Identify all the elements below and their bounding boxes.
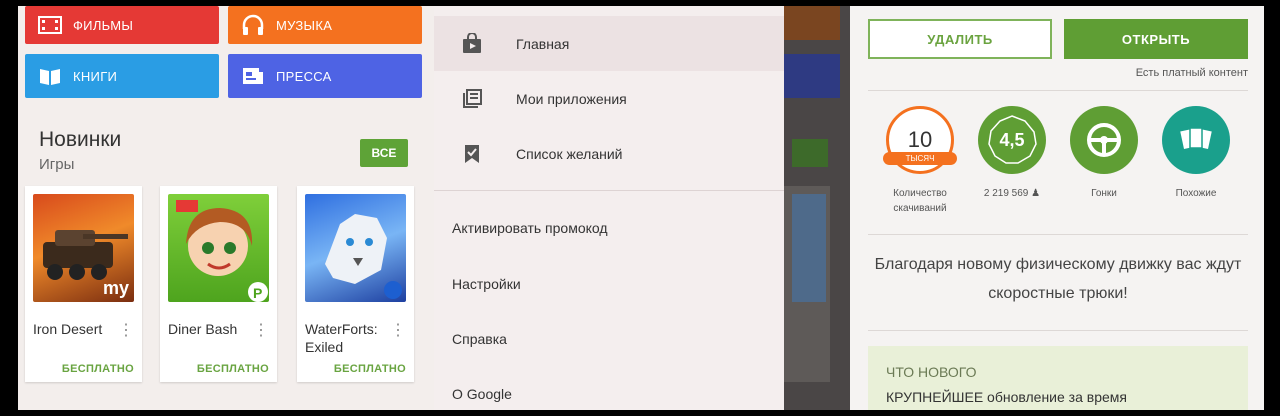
category-music-button[interactable]: МУЗЫКА (228, 6, 422, 44)
app-thumbnail (305, 194, 406, 302)
divider (868, 90, 1248, 91)
category-films-label: ФИЛЬМЫ (73, 17, 134, 33)
app-name: Iron Desert (33, 321, 103, 337)
whats-new-text: КРУПНЕЙШЕЕ обновление за время (886, 389, 1127, 405)
whats-new-card[interactable]: ЧТО НОВОГО КРУПНЕЙШЕЕ обновление за врем… (868, 346, 1248, 410)
app-card[interactable]: my Iron Desert ⋮ БЕСПЛАТНО (25, 186, 142, 382)
app-name: Diner Bash (168, 321, 238, 337)
category-films-button[interactable]: ФИЛЬМЫ (25, 6, 219, 44)
svg-text:P: P (253, 285, 262, 301)
similar-label: Похожие (1175, 188, 1217, 199)
bookmark-icon (452, 143, 492, 165)
open-button[interactable]: ОТКРЫТЬ (1064, 19, 1248, 59)
similar-cards-icon (1162, 106, 1230, 174)
my-apps-icon (452, 88, 492, 110)
drawer-item-label: Мои приложения (516, 90, 627, 107)
section-subtitle: Игры (39, 156, 75, 173)
drawer-item-label: Список желаний (516, 145, 623, 162)
whats-new-title: ЧТО НОВОГО (886, 364, 977, 380)
more-options-icon[interactable]: ⋮ (390, 320, 406, 340)
book-icon (40, 69, 60, 85)
app-card[interactable]: WaterForts: Exiled ⋮ БЕСПЛАТНО (297, 186, 414, 382)
app-price: БЕСПЛАТНО (61, 363, 134, 375)
see-all-button[interactable]: ВСЕ (360, 139, 408, 167)
drawer-item-settings[interactable]: Настройки (452, 276, 521, 292)
genre-label: Гонки (1091, 188, 1117, 199)
drawer-item-wishlist[interactable]: Список желаний (434, 126, 784, 181)
category-press-label: ПРЕССА (276, 68, 332, 84)
category-music-label: МУЗЫКА (276, 17, 333, 33)
category-books-button[interactable]: КНИГИ (25, 54, 219, 98)
steering-wheel-icon (1070, 106, 1138, 174)
category-press-button[interactable]: ПРЕССА (228, 54, 422, 98)
section-title: Новинки (39, 128, 122, 151)
app-thumbnail: P (168, 194, 269, 302)
similar-stat[interactable]: Похожие (1156, 106, 1236, 201)
divider (868, 234, 1248, 235)
category-books-label: КНИГИ (73, 68, 118, 84)
drawer-item-redeem[interactable]: Активировать промокод (452, 220, 608, 236)
app-name: WaterForts: Exiled (305, 321, 378, 355)
rating-value: 4,5 (999, 129, 1025, 150)
in-app-purchases-note: Есть платный контент (1135, 67, 1248, 79)
store-home-panel: ФИЛЬМЫ МУЗЫКА КНИГИ ПРЕССА Новинки Игры … (18, 6, 434, 410)
app-thumbnail: my (33, 194, 134, 302)
downloads-label: Количество скачиваний (893, 188, 947, 214)
uninstall-button[interactable]: УДАЛИТЬ (868, 19, 1052, 59)
app-price: БЕСПЛАТНО (196, 363, 269, 375)
store-icon (452, 32, 492, 55)
drawer-item-home[interactable]: Главная (434, 16, 784, 71)
headphones-icon (242, 14, 264, 35)
drawer-item-my-apps[interactable]: Мои приложения (434, 71, 784, 126)
navigation-drawer: Главная Мои приложения Список желаний Ак… (434, 6, 784, 410)
rating-stat: 4,5 2 219 569 ♟ (972, 106, 1052, 201)
genre-stat[interactable]: Гонки (1064, 106, 1144, 201)
newspaper-icon (243, 68, 263, 84)
rating-count: 2 219 569 ♟ (983, 188, 1041, 199)
downloads-stat: 10 ТЫСЯЧ Количество скачиваний (880, 106, 960, 216)
app-price: БЕСПЛАТНО (333, 363, 406, 375)
drawer-item-about-google[interactable]: О Google (452, 386, 512, 402)
app-description: Благодаря новому физическому движку вас … (874, 256, 1242, 302)
more-options-icon[interactable]: ⋮ (118, 320, 134, 340)
svg-text:my: my (103, 278, 129, 298)
drawer-item-label: Главная (516, 35, 570, 52)
app-details-panel: УДАЛИТЬ ОТКРЫТЬ Есть платный контент 10 … (850, 6, 1264, 410)
more-options-icon[interactable]: ⋮ (253, 320, 269, 340)
downloads-value: 10 (907, 127, 933, 152)
app-card[interactable]: P Diner Bash ⋮ БЕСПЛАТНО (160, 186, 277, 382)
film-icon (38, 16, 62, 34)
divider (868, 330, 1248, 331)
drawer-divider (434, 190, 784, 191)
downloads-unit: ТЫСЯЧ (883, 152, 957, 165)
drawer-item-help[interactable]: Справка (452, 331, 507, 347)
dimmed-background (784, 6, 850, 410)
